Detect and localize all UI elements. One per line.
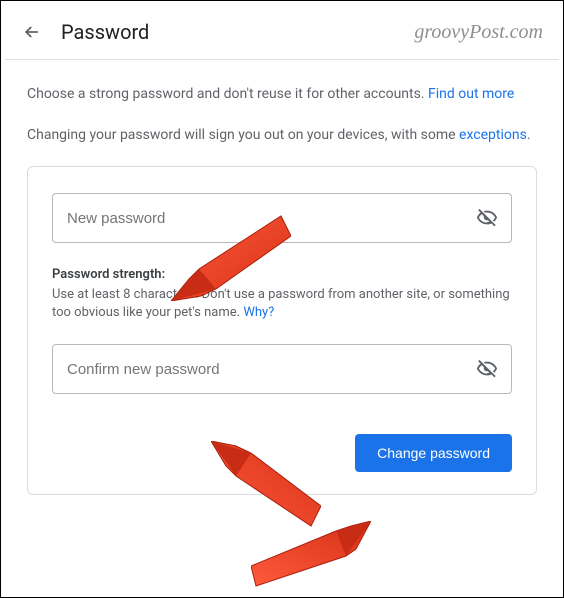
watermark: groovyPost.com xyxy=(414,21,543,44)
password-strength-note: Use at least 8 characters. Don't use a p… xyxy=(52,286,512,322)
header: Password groovyPost.com xyxy=(5,5,559,60)
confirm-password-input[interactable] xyxy=(67,361,463,378)
intro-text: Choose a strong password and don't reuse… xyxy=(27,84,537,146)
change-password-button[interactable]: Change password xyxy=(355,434,512,472)
find-out-more-link[interactable]: Find out more xyxy=(428,86,514,102)
new-password-input[interactable] xyxy=(67,210,463,227)
exceptions-link[interactable]: exceptions xyxy=(459,127,527,143)
page-title: Password xyxy=(61,20,149,44)
back-button[interactable] xyxy=(15,15,49,49)
confirm-password-field-wrap xyxy=(52,344,512,394)
intro-p2-text: Changing your password will sign you out… xyxy=(27,127,459,143)
form-footer: Change password xyxy=(52,434,512,472)
password-strength-label: Password strength: xyxy=(52,267,512,282)
intro-p1-text: Choose a strong password and don't reuse… xyxy=(27,86,428,102)
toggle-confirm-password-visibility[interactable] xyxy=(473,355,501,383)
why-link[interactable]: Why? xyxy=(243,305,274,320)
intro-p2-suffix: . xyxy=(527,127,531,143)
eye-off-icon xyxy=(476,358,498,380)
new-password-field-wrap xyxy=(52,193,512,243)
eye-off-icon xyxy=(476,207,498,229)
strength-note-text: Use at least 8 characters. Don't use a p… xyxy=(52,287,510,320)
arrow-left-icon xyxy=(22,22,42,42)
password-card: Password strength: Use at least 8 charac… xyxy=(27,166,537,495)
toggle-new-password-visibility[interactable] xyxy=(473,204,501,232)
